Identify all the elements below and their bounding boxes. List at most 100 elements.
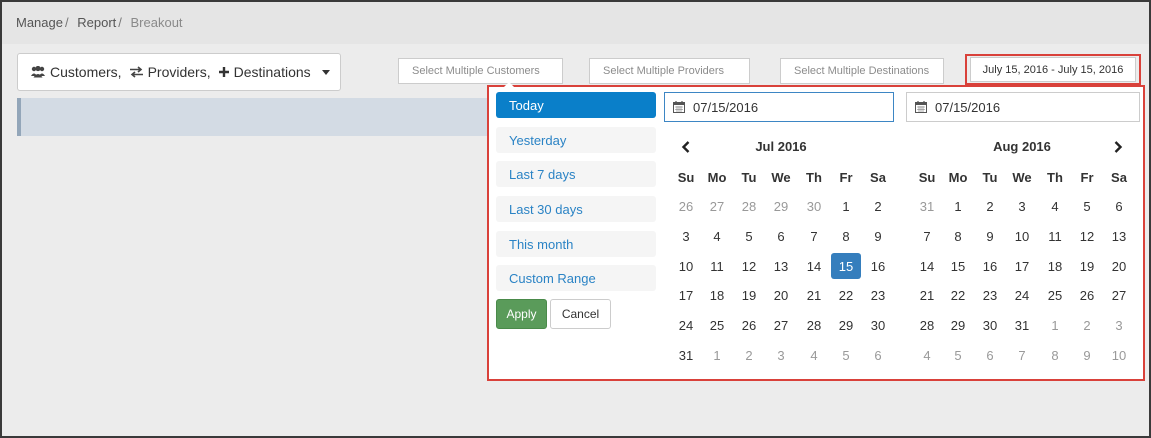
calendar-day[interactable]: 4 <box>912 342 942 368</box>
calendar-day[interactable]: 2 <box>1072 312 1102 338</box>
calendar-day[interactable]: 8 <box>1040 342 1070 368</box>
calendar-day[interactable]: 8 <box>943 223 973 249</box>
calendar-day[interactable]: 19 <box>1072 253 1102 279</box>
calendar-day[interactable]: 11 <box>1040 223 1070 249</box>
range-custom[interactable]: Custom Range <box>496 265 656 291</box>
calendar-day[interactable]: 21 <box>799 282 829 308</box>
calendar-day[interactable]: 9 <box>863 223 893 249</box>
range-yesterday[interactable]: Yesterday <box>496 127 656 153</box>
calendar-day[interactable]: 4 <box>799 342 829 368</box>
calendar-day[interactable]: 29 <box>766 193 796 219</box>
calendar-day[interactable]: 16 <box>863 253 893 279</box>
entity-type-dropdown[interactable]: Customers, Providers, Destinations <box>17 53 341 91</box>
calendar-day[interactable]: 1 <box>1040 312 1070 338</box>
calendar-day[interactable]: 3 <box>1104 312 1134 338</box>
range-last-30-days[interactable]: Last 30 days <box>496 196 656 222</box>
calendar-day[interactable]: 10 <box>671 253 701 279</box>
range-today[interactable]: Today <box>496 92 656 118</box>
calendar-day[interactable]: 1 <box>831 193 861 219</box>
breadcrumb-item-report[interactable]: Report <box>77 15 116 30</box>
range-last-7-days[interactable]: Last 7 days <box>496 161 656 187</box>
calendar-day-selected[interactable]: 15 <box>831 253 861 279</box>
calendar-day[interactable]: 21 <box>912 282 942 308</box>
calendar-day[interactable]: 6 <box>766 223 796 249</box>
date-range-input[interactable]: July 15, 2016 - July 15, 2016 <box>970 57 1136 82</box>
calendar-day[interactable]: 9 <box>975 223 1005 249</box>
calendar-day[interactable]: 15 <box>943 253 973 279</box>
calendar-day[interactable]: 6 <box>975 342 1005 368</box>
calendar-day[interactable]: 31 <box>912 193 942 219</box>
calendar-day[interactable]: 31 <box>1007 312 1037 338</box>
calendar-day[interactable]: 28 <box>799 312 829 338</box>
calendar-day[interactable]: 4 <box>702 223 732 249</box>
calendar-day[interactable]: 26 <box>671 193 701 219</box>
calendar-day[interactable]: 22 <box>943 282 973 308</box>
breadcrumb-item-manage[interactable]: Manage <box>16 15 63 30</box>
calendar-day[interactable]: 6 <box>1104 193 1134 219</box>
calendar-day[interactable]: 7 <box>1007 342 1037 368</box>
calendar-day[interactable]: 28 <box>912 312 942 338</box>
calendar-day[interactable]: 24 <box>671 312 701 338</box>
calendar-day[interactable]: 30 <box>863 312 893 338</box>
calendar-day[interactable]: 27 <box>1104 282 1134 308</box>
calendar-day[interactable]: 10 <box>1007 223 1037 249</box>
calendar-day[interactable]: 9 <box>1072 342 1102 368</box>
calendar-day[interactable]: 12 <box>734 253 764 279</box>
calendar-day[interactable]: 5 <box>734 223 764 249</box>
calendar-day[interactable]: 18 <box>1040 253 1070 279</box>
calendar-day[interactable]: 7 <box>912 223 942 249</box>
calendar-day[interactable]: 22 <box>831 282 861 308</box>
calendar-day[interactable]: 12 <box>1072 223 1102 249</box>
calendar-day[interactable]: 23 <box>863 282 893 308</box>
calendar-day[interactable]: 3 <box>1007 193 1037 219</box>
calendar-day[interactable]: 23 <box>975 282 1005 308</box>
calendar-day[interactable]: 8 <box>831 223 861 249</box>
calendar-day[interactable]: 14 <box>912 253 942 279</box>
calendar-day[interactable]: 26 <box>734 312 764 338</box>
providers-select[interactable]: Select Multiple Providers <box>589 58 750 84</box>
customers-select[interactable]: Select Multiple Customers <box>398 58 563 84</box>
calendar-day[interactable]: 5 <box>943 342 973 368</box>
calendar-day[interactable]: 2 <box>863 193 893 219</box>
calendar-day[interactable]: 28 <box>734 193 764 219</box>
calendar-day[interactable]: 19 <box>734 282 764 308</box>
start-date-input[interactable]: 07/15/2016 <box>664 92 894 122</box>
calendar-day[interactable]: 11 <box>702 253 732 279</box>
calendar-day[interactable]: 30 <box>799 193 829 219</box>
calendar-day[interactable]: 5 <box>1072 193 1102 219</box>
calendar-day[interactable]: 17 <box>671 282 701 308</box>
calendar-day[interactable]: 6 <box>863 342 893 368</box>
calendar-day[interactable]: 20 <box>766 282 796 308</box>
calendar-day[interactable]: 31 <box>671 342 701 368</box>
calendar-day[interactable]: 2 <box>975 193 1005 219</box>
calendar-day[interactable]: 26 <box>1072 282 1102 308</box>
calendar-day[interactable]: 13 <box>766 253 796 279</box>
calendar-day[interactable]: 16 <box>975 253 1005 279</box>
chevron-right-icon[interactable] <box>1111 140 1125 154</box>
calendar-day[interactable]: 1 <box>943 193 973 219</box>
calendar-day[interactable]: 25 <box>702 312 732 338</box>
calendar-day[interactable]: 3 <box>766 342 796 368</box>
calendar-day[interactable]: 24 <box>1007 282 1037 308</box>
calendar-day[interactable]: 27 <box>766 312 796 338</box>
calendar-day[interactable]: 3 <box>671 223 701 249</box>
calendar-day[interactable]: 4 <box>1040 193 1070 219</box>
calendar-day[interactable]: 7 <box>799 223 829 249</box>
calendar-day[interactable]: 13 <box>1104 223 1134 249</box>
calendar-day[interactable]: 20 <box>1104 253 1134 279</box>
calendar-day[interactable]: 5 <box>831 342 861 368</box>
calendar-day[interactable]: 18 <box>702 282 732 308</box>
chevron-left-icon[interactable] <box>679 140 693 154</box>
calendar-day[interactable]: 27 <box>702 193 732 219</box>
calendar-day[interactable]: 2 <box>734 342 764 368</box>
destinations-select[interactable]: Select Multiple Destinations <box>780 58 944 84</box>
calendar-day[interactable]: 30 <box>975 312 1005 338</box>
apply-button[interactable]: Apply <box>496 299 547 329</box>
calendar-day[interactable]: 17 <box>1007 253 1037 279</box>
calendar-day[interactable]: 10 <box>1104 342 1134 368</box>
calendar-day[interactable]: 1 <box>702 342 732 368</box>
calendar-day[interactable]: 25 <box>1040 282 1070 308</box>
end-date-input[interactable]: 07/15/2016 <box>906 92 1140 122</box>
calendar-day[interactable]: 14 <box>799 253 829 279</box>
cancel-button[interactable]: Cancel <box>550 299 611 329</box>
